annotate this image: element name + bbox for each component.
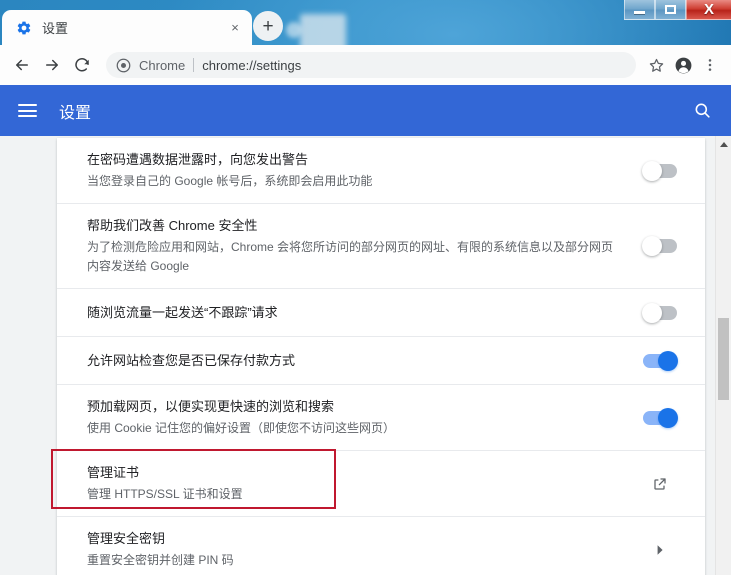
browser-toolbar: Chrome chrome://settings xyxy=(0,45,731,85)
toggle-knob xyxy=(658,407,678,428)
chevron-right-icon[interactable] xyxy=(654,544,666,556)
toggle-password-leak-warning[interactable] xyxy=(642,160,677,181)
browser-menu-icon[interactable] xyxy=(697,52,723,78)
settings-content-area: 在密码遭遇数据泄露时，向您发出警告 当您登录自己的 Google 帐号后，系统即… xyxy=(0,136,731,575)
row-text: 允许网站检查您是否已保存付款方式 xyxy=(87,351,637,371)
toggle-knob xyxy=(658,350,678,371)
row-title: 预加载网页，以便实现更快速的浏览和搜索 xyxy=(87,399,335,414)
row-text: 帮助我们改善 Chrome 安全性 为了检测危险应用和网站，Chrome 会将您… xyxy=(87,216,637,276)
row-preload-pages[interactable]: 预加载网页，以便实现更快速的浏览和搜索 使用 Cookie 记住您的偏好设置（即… xyxy=(57,385,705,451)
toggle-do-not-track[interactable] xyxy=(642,302,677,323)
settings-gear-icon xyxy=(16,20,32,36)
page-scrollbar[interactable] xyxy=(715,136,731,575)
row-text: 随浏览流量一起发送“不跟踪”请求 xyxy=(87,303,637,323)
row-control xyxy=(637,476,683,492)
row-manage-certificates[interactable]: 管理证书 管理 HTTPS/SSL 证书和设置 xyxy=(57,451,705,517)
omnibox-scheme-label: Chrome xyxy=(139,57,186,73)
row-title: 帮助我们改善 Chrome 安全性 xyxy=(87,218,258,233)
row-control xyxy=(637,544,683,556)
omnibox-url-text: chrome://settings xyxy=(202,57,302,73)
row-subtitle: 使用 Cookie 记住您的偏好设置（即使您不访问这些网页） xyxy=(87,421,396,435)
page-title: 设置 xyxy=(59,104,92,122)
row-title: 管理安全密钥 xyxy=(87,531,166,546)
row-control xyxy=(637,302,683,323)
row-text: 管理安全密钥 重置安全密钥并创建 PIN 码 xyxy=(87,529,637,570)
forward-button[interactable] xyxy=(38,51,66,79)
settings-page-header: 设置 xyxy=(0,85,731,136)
open-in-new-icon[interactable] xyxy=(652,476,668,492)
toggle-preload-pages[interactable] xyxy=(643,407,678,428)
reload-button[interactable] xyxy=(68,51,96,79)
settings-card: 在密码遭遇数据泄露时，向您发出警告 当您登录自己的 Google 帐号后，系统即… xyxy=(57,138,705,575)
back-button[interactable] xyxy=(8,51,36,79)
search-icon[interactable] xyxy=(691,100,713,122)
tab-title: 设置 xyxy=(42,21,69,36)
row-do-not-track[interactable]: 随浏览流量一起发送“不跟踪”请求 xyxy=(57,289,705,337)
tab-settings[interactable]: 设置 × xyxy=(2,10,252,45)
chrome-icon xyxy=(116,58,131,73)
row-control xyxy=(637,160,683,181)
row-subtitle: 当您登录自己的 Google 帐号后，系统即会启用此功能 xyxy=(87,174,373,188)
row-subtitle: 重置安全密钥并创建 PIN 码 xyxy=(87,553,234,567)
row-subtitle: 为了检测危险应用和网站，Chrome 会将您所访问的部分网页的网址、有限的系统信… xyxy=(87,240,614,273)
chrome-browser-window: 设置 × + Chrome chrome://settings 设置 在密码遭遇… xyxy=(0,0,731,575)
tab-strip: 设置 × + xyxy=(0,0,731,45)
address-bar[interactable]: Chrome chrome://settings xyxy=(106,52,636,78)
row-improve-chrome-security[interactable]: 帮助我们改善 Chrome 安全性 为了检测危险应用和网站，Chrome 会将您… xyxy=(57,204,705,289)
bookmark-star-icon[interactable] xyxy=(643,52,669,78)
row-title: 在密码遭遇数据泄露时，向您发出警告 xyxy=(87,152,309,167)
row-title: 允许网站检查您是否已保存付款方式 xyxy=(87,352,296,368)
row-title: 管理证书 xyxy=(87,465,140,480)
row-subtitle: 管理 HTTPS/SSL 证书和设置 xyxy=(87,487,243,501)
row-manage-security-keys[interactable]: 管理安全密钥 重置安全密钥并创建 PIN 码 xyxy=(57,517,705,575)
row-control xyxy=(637,236,683,256)
row-text: 在密码遭遇数据泄露时，向您发出警告 当您登录自己的 Google 帐号后，系统即… xyxy=(87,150,637,191)
row-control xyxy=(637,407,683,428)
row-text: 管理证书 管理 HTTPS/SSL 证书和设置 xyxy=(87,463,637,504)
content-gutter xyxy=(0,272,57,575)
row-payment-methods-check[interactable]: 允许网站检查您是否已保存付款方式 xyxy=(57,337,705,385)
scroll-up-arrow-icon[interactable] xyxy=(716,136,731,152)
row-password-leak-warning[interactable]: 在密码遭遇数据泄露时，向您发出警告 当您登录自己的 Google 帐号后，系统即… xyxy=(57,138,705,204)
toggle-knob xyxy=(642,236,662,256)
new-tab-button[interactable]: + xyxy=(253,11,283,41)
toggle-knob xyxy=(642,160,662,181)
omnibox-divider xyxy=(193,58,195,72)
profile-avatar-icon[interactable] xyxy=(670,52,696,78)
row-control xyxy=(637,350,683,371)
row-title: 随浏览流量一起发送“不跟踪”请求 xyxy=(87,304,278,320)
tab-close-button[interactable]: × xyxy=(226,19,244,37)
toggle-improve-chrome-security[interactable] xyxy=(642,236,677,256)
toggle-payment-methods-check[interactable] xyxy=(643,350,678,371)
scrollbar-thumb[interactable] xyxy=(718,318,729,400)
hamburger-menu-icon[interactable] xyxy=(18,104,37,117)
toggle-knob xyxy=(642,302,662,323)
row-text: 预加载网页，以便实现更快速的浏览和搜索 使用 Cookie 记住您的偏好设置（即… xyxy=(87,397,637,438)
scroll-up-triangle xyxy=(719,141,728,147)
